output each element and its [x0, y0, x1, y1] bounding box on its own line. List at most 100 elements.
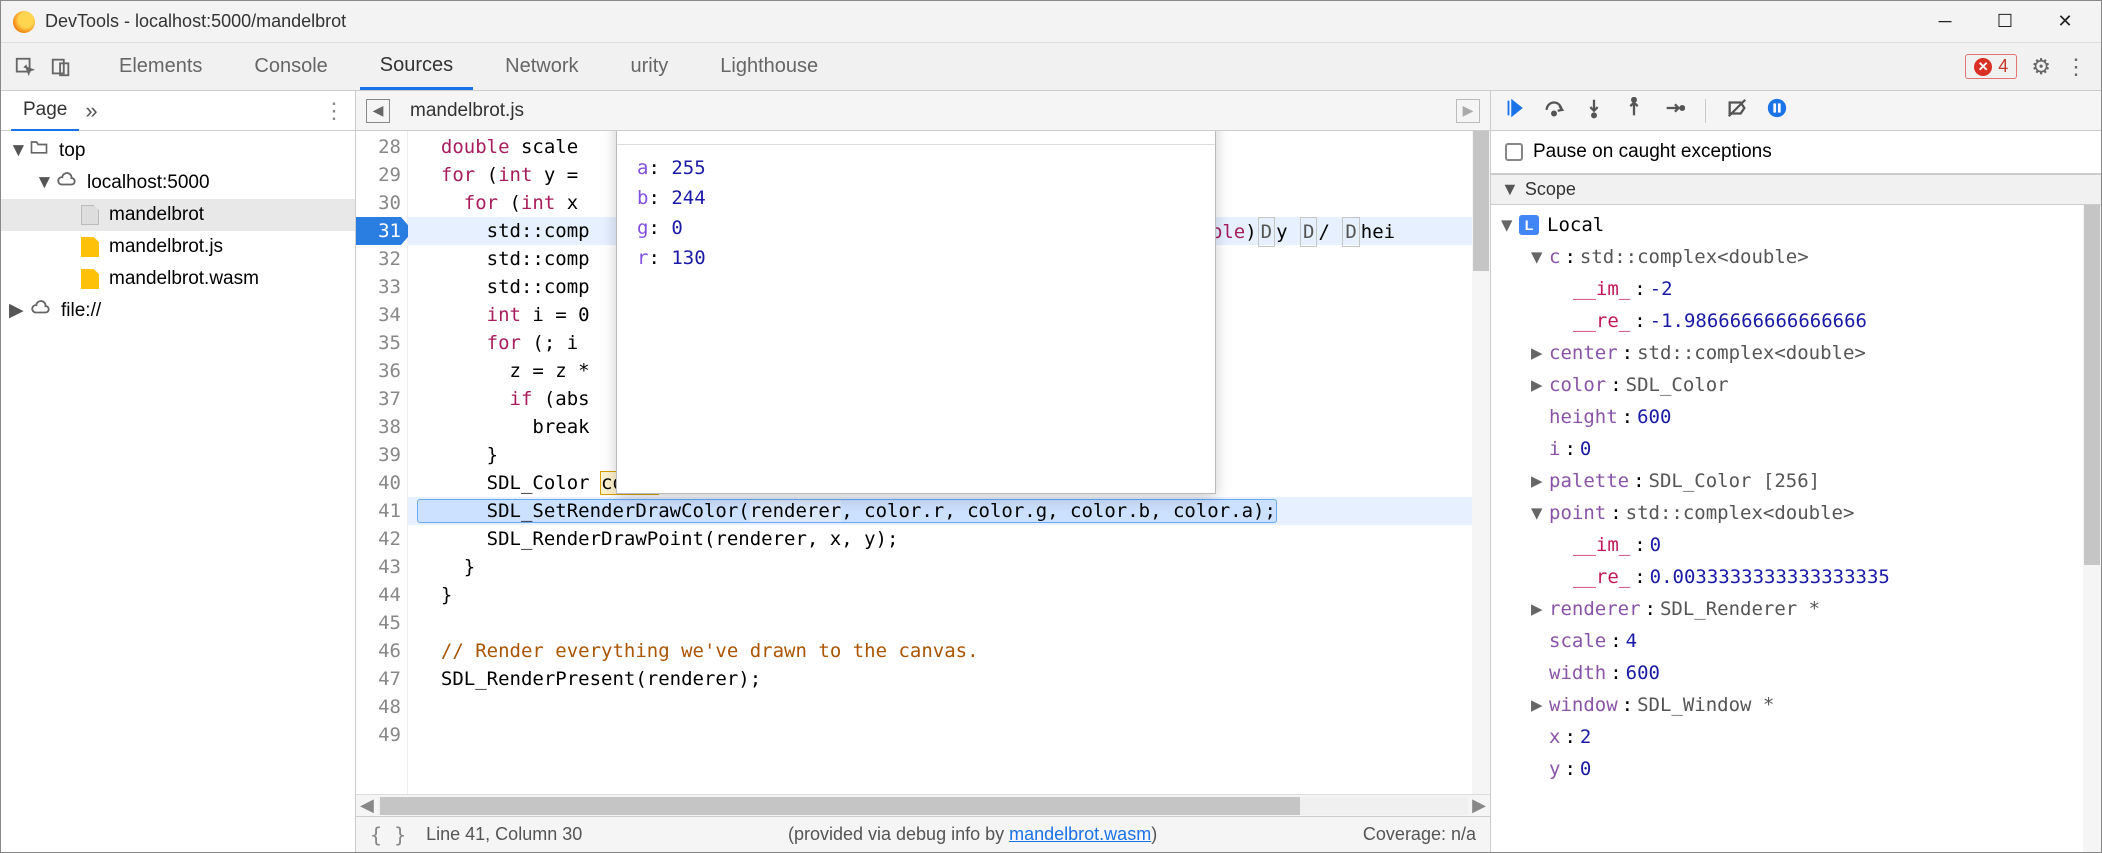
scope-variable[interactable]: x: 2 — [1501, 721, 2101, 753]
line-number[interactable]: 49 — [356, 721, 401, 749]
tree-item[interactable]: ▼localhost:5000 — [1, 167, 355, 199]
scope-variable[interactable]: y: 0 — [1501, 753, 2101, 785]
scope-local-header[interactable]: ▼ L Local — [1501, 209, 2101, 241]
editor-file-tab[interactable]: mandelbrot.js — [400, 92, 534, 130]
line-number[interactable]: 36 — [356, 357, 401, 385]
scope-scrollbar[interactable] — [2083, 205, 2101, 852]
close-button[interactable]: ✕ — [2035, 1, 2095, 43]
scope-var-name: __re_ — [1573, 561, 1630, 593]
toggle-debugger-icon[interactable]: ▶ — [1456, 99, 1480, 123]
step-out-icon[interactable] — [1623, 97, 1645, 124]
line-number[interactable]: 29 — [356, 161, 401, 189]
device-toggle-icon[interactable] — [43, 49, 79, 85]
tree-item[interactable]: mandelbrot — [1, 199, 355, 231]
scope-var-name: height — [1549, 401, 1618, 433]
step-over-icon[interactable] — [1543, 97, 1565, 124]
settings-icon[interactable]: ⚙ — [2031, 54, 2051, 80]
scope-variable[interactable]: ▼c: std::complex<double> — [1501, 241, 2101, 273]
line-number[interactable]: 45 — [356, 609, 401, 637]
panel-tab-sources[interactable]: Sources — [360, 44, 473, 90]
line-number[interactable]: 33 — [356, 273, 401, 301]
scope-variable[interactable]: __im_: 0 — [1501, 529, 2101, 561]
error-badge[interactable]: ✕ 4 — [1965, 54, 2017, 79]
inspect-icon[interactable] — [7, 49, 43, 85]
navigator-tab-page[interactable]: Page — [11, 91, 79, 131]
code-line[interactable] — [408, 721, 1490, 749]
scope-variable[interactable]: height: 600 — [1501, 401, 2101, 433]
line-number[interactable]: 34 — [356, 301, 401, 329]
scope-variable[interactable]: __im_: -2 — [1501, 273, 2101, 305]
scope-variable[interactable]: width: 600 — [1501, 657, 2101, 689]
script-file-icon — [81, 237, 99, 257]
code-line[interactable]: // Render everything we've drawn to the … — [408, 637, 1490, 665]
line-number[interactable]: 47 — [356, 665, 401, 693]
panel-tab-elements[interactable]: Elements — [99, 45, 222, 88]
scope-variable[interactable]: i: 0 — [1501, 433, 2101, 465]
pause-on-caught-row[interactable]: Pause on caught exceptions — [1491, 131, 2101, 174]
panel-tab-lighthouse[interactable]: Lighthouse — [700, 45, 838, 88]
line-number[interactable]: 31 — [356, 217, 401, 245]
line-number[interactable]: 32 — [356, 245, 401, 273]
line-number[interactable]: 40 — [356, 469, 401, 497]
resume-icon[interactable] — [1503, 97, 1525, 124]
tree-item-label: mandelbrot.js — [109, 232, 223, 262]
scope-section-header[interactable]: ▼ Scope — [1491, 174, 2101, 205]
tree-item[interactable]: mandelbrot.wasm — [1, 263, 355, 295]
line-number[interactable]: 48 — [356, 693, 401, 721]
debugger-panel: Pause on caught exceptions ▼ Scope ▼ L L… — [1491, 91, 2101, 852]
line-number[interactable]: 38 — [356, 413, 401, 441]
line-number[interactable]: 39 — [356, 441, 401, 469]
line-number[interactable]: 44 — [356, 581, 401, 609]
toggle-navigator-icon[interactable]: ◀ — [366, 99, 390, 123]
more-icon[interactable]: ⋮ — [2065, 54, 2087, 80]
tree-item[interactable]: ▼top — [1, 135, 355, 167]
code-line[interactable]: SDL_RenderPresent(renderer); — [408, 665, 1490, 693]
devtools-icon — [13, 11, 35, 33]
scope-variable[interactable]: ▶color: SDL_Color — [1501, 369, 2101, 401]
code-editor[interactable]: 2829303132333435363738394041424344454647… — [356, 131, 1490, 794]
minimize-button[interactable]: ─ — [1915, 1, 1975, 43]
pause-caught-checkbox[interactable] — [1505, 143, 1523, 161]
line-number[interactable]: 30 — [356, 189, 401, 217]
code-line[interactable] — [408, 693, 1490, 721]
line-number[interactable]: 46 — [356, 637, 401, 665]
step-into-icon[interactable] — [1583, 97, 1605, 124]
code-line[interactable] — [408, 609, 1490, 637]
line-number[interactable]: 42 — [356, 525, 401, 553]
scope-variable[interactable]: ▼point: std::complex<double> — [1501, 497, 2101, 529]
tooltip-title: SDL_Color — [617, 131, 1215, 145]
line-number[interactable]: 37 — [356, 385, 401, 413]
scope-variable[interactable]: ▶center: std::complex<double> — [1501, 337, 2101, 369]
code-line[interactable]: } — [408, 553, 1490, 581]
folder-icon — [29, 136, 49, 166]
scope-variable[interactable]: ▶palette: SDL_Color [256] — [1501, 465, 2101, 497]
navigator-more-icon[interactable]: » — [85, 98, 97, 124]
line-number[interactable]: 35 — [356, 329, 401, 357]
code-line[interactable]: SDL_SetRenderDrawColor(renderer, color.r… — [408, 497, 1490, 525]
code-line[interactable]: } — [408, 581, 1490, 609]
pretty-print-icon[interactable]: { } — [370, 823, 406, 847]
line-number[interactable]: 28 — [356, 133, 401, 161]
pause-on-exceptions-icon[interactable] — [1766, 97, 1788, 124]
panel-tab-urity[interactable]: urity — [611, 45, 689, 88]
scope-variable[interactable]: scale: 4 — [1501, 625, 2101, 657]
scope-var-value: SDL_Renderer * — [1660, 593, 1820, 625]
tree-item[interactable]: mandelbrot.js — [1, 231, 355, 263]
navigator-menu-icon[interactable]: ⋮ — [323, 98, 345, 124]
line-number[interactable]: 41 — [356, 497, 401, 525]
editor-scrollbar-horizontal[interactable]: ◀ ▶ — [356, 794, 1490, 816]
panel-tab-console[interactable]: Console — [234, 45, 347, 88]
scope-variable[interactable]: __re_: 0.0033333333333333335 — [1501, 561, 2101, 593]
panel-tab-network[interactable]: Network — [485, 45, 598, 88]
scope-variable[interactable]: ▶renderer: SDL_Renderer * — [1501, 593, 2101, 625]
line-number[interactable]: 43 — [356, 553, 401, 581]
debug-info-link[interactable]: mandelbrot.wasm — [1009, 824, 1151, 844]
code-line[interactable]: SDL_RenderDrawPoint(renderer, x, y); — [408, 525, 1490, 553]
deactivate-breakpoints-icon[interactable] — [1726, 97, 1748, 124]
editor-scrollbar-vertical[interactable] — [1472, 131, 1490, 794]
maximize-button[interactable]: ☐ — [1975, 1, 2035, 43]
step-icon[interactable] — [1663, 97, 1685, 124]
scope-variable[interactable]: __re_: -1.9866666666666666 — [1501, 305, 2101, 337]
tree-item[interactable]: ▶file:// — [1, 295, 355, 327]
scope-variable[interactable]: ▶window: SDL_Window * — [1501, 689, 2101, 721]
